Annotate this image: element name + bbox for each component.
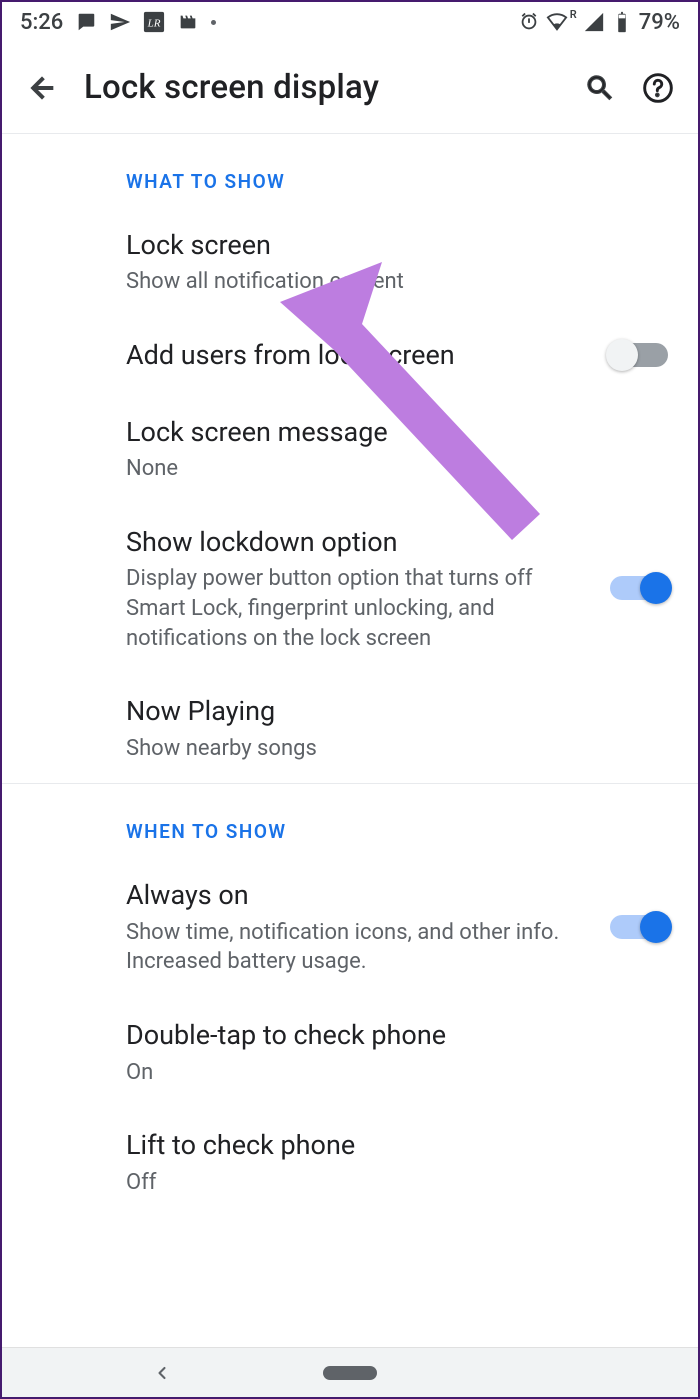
svg-text:LR: LR (147, 18, 161, 30)
setting-title: Add users from lock screen (126, 337, 590, 373)
setting-title: Lift to check phone (126, 1127, 648, 1163)
setting-always-on[interactable]: Always on Show time, notification icons,… (2, 857, 698, 997)
setting-add-users[interactable]: Add users from lock screen (2, 317, 698, 393)
setting-title: Always on (126, 877, 590, 913)
setting-lock-screen-message[interactable]: Lock screen message None (2, 394, 698, 504)
setting-subtitle: Show nearby songs (126, 734, 648, 764)
section-when-to-show: WHEN TO SHOW Always on Show time, notifi… (2, 784, 698, 1217)
search-icon[interactable] (584, 72, 616, 104)
setting-show-lockdown[interactable]: Show lockdown option Display power butto… (2, 504, 698, 674)
setting-now-playing[interactable]: Now Playing Show nearby songs (2, 673, 698, 783)
status-time: 5:26 (20, 10, 63, 35)
setting-title: Show lockdown option (126, 524, 590, 560)
toggle-always-on[interactable] (610, 915, 668, 939)
nav-back-icon[interactable] (152, 1363, 172, 1383)
setting-subtitle: Off (126, 1168, 648, 1198)
setting-subtitle: None (126, 454, 648, 484)
help-icon[interactable] (642, 72, 674, 104)
lr-app-icon: LR (143, 11, 165, 33)
page-title: Lock screen display (84, 68, 558, 107)
alarm-icon (518, 11, 540, 33)
signal-icon (583, 11, 605, 33)
status-overflow-icon (211, 20, 216, 25)
nav-home-pill[interactable] (323, 1366, 377, 1380)
app-bar: Lock screen display (2, 42, 698, 134)
send-icon (109, 11, 131, 33)
toggle-add-users[interactable] (610, 343, 668, 367)
toggle-lockdown[interactable] (610, 576, 668, 600)
battery-icon (611, 11, 633, 33)
status-bar: 5:26 LR R 79% (2, 2, 698, 42)
section-header-when: WHEN TO SHOW (2, 784, 698, 857)
navigation-bar (2, 1347, 698, 1397)
setting-double-tap[interactable]: Double-tap to check phone On (2, 997, 698, 1107)
setting-lift[interactable]: Lift to check phone Off (2, 1107, 698, 1217)
back-icon[interactable] (26, 72, 58, 104)
message-icon (75, 11, 97, 33)
roaming-icon: R (570, 8, 577, 21)
setting-subtitle: Show time, notification icons, and other… (126, 918, 590, 977)
setting-subtitle: Show all notification content (126, 267, 648, 297)
setting-title: Lock screen message (126, 414, 648, 450)
setting-lock-screen[interactable]: Lock screen Show all notification conten… (2, 207, 698, 317)
setting-title: Now Playing (126, 693, 648, 729)
setting-title: Lock screen (126, 227, 648, 263)
movie-icon (177, 11, 199, 33)
section-header-what: WHAT TO SHOW (2, 134, 698, 207)
section-what-to-show: WHAT TO SHOW Lock screen Show all notifi… (2, 134, 698, 783)
setting-subtitle: On (126, 1058, 648, 1088)
battery-percent: 79% (639, 10, 680, 35)
setting-subtitle: Display power button option that turns o… (126, 564, 590, 653)
setting-title: Double-tap to check phone (126, 1017, 648, 1053)
wifi-icon (546, 11, 568, 33)
